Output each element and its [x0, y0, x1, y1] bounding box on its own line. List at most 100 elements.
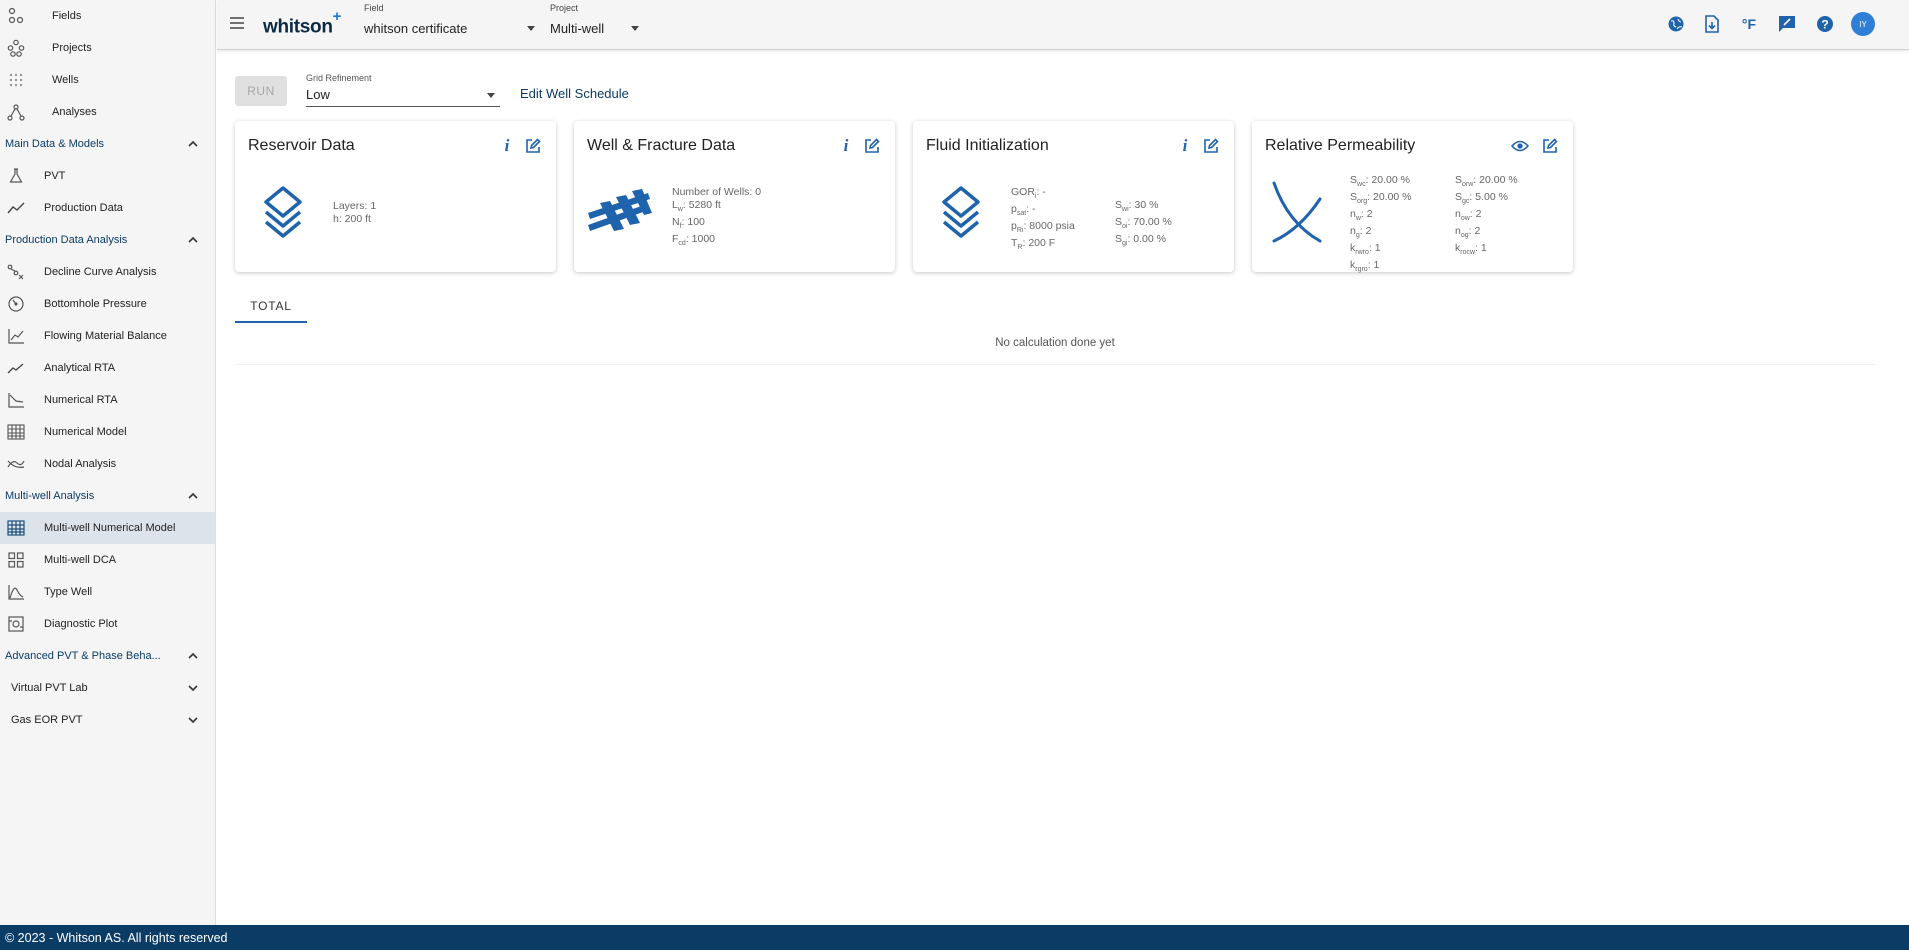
- sidebar-item-analytical-rta[interactable]: Analytical RTA: [0, 352, 215, 384]
- sidebar-item-type-well[interactable]: Type Well: [0, 576, 215, 608]
- value: : 1: [1475, 242, 1487, 255]
- thickness-value: h: 200 ft: [333, 213, 371, 225]
- symbol: S: [1115, 233, 1123, 246]
- ng-value: ng: 2: [1350, 225, 1412, 242]
- sidebar-item-projects[interactable]: Projects: [0, 32, 215, 64]
- edit-well-schedule-button[interactable]: Edit Well Schedule: [520, 86, 629, 101]
- value: : 8000 psia: [1023, 220, 1075, 233]
- grid-model-icon: [4, 421, 28, 443]
- section-production-analysis[interactable]: Production Data Analysis: [0, 224, 215, 256]
- nog-value: nog: 2: [1455, 225, 1518, 242]
- svg-text:?: ?: [1821, 18, 1828, 32]
- section-multiwell[interactable]: Multi-well Analysis: [0, 480, 215, 512]
- field-value: whitson certificate: [364, 21, 468, 36]
- project-selector[interactable]: Project Multi-well: [550, 0, 660, 48]
- tab-total[interactable]: TOTAL: [235, 291, 307, 323]
- value: : 30 %: [1128, 199, 1159, 211]
- app-logo[interactable]: whitson+: [263, 8, 341, 38]
- sidebar-item-numerical-rta[interactable]: Numerical RTA: [0, 384, 215, 416]
- card-title: Reservoir Data: [248, 137, 355, 154]
- empty-state-message: No calculation done yet: [995, 337, 1115, 349]
- decline-icon: [4, 261, 28, 283]
- grid-refinement-select[interactable]: Grid Refinement Low: [306, 70, 500, 107]
- logo-plus: +: [332, 8, 342, 25]
- value: : 200 F: [1022, 237, 1056, 250]
- edit-icon[interactable]: [1201, 136, 1221, 156]
- caret-down-icon: [527, 26, 535, 31]
- run-button[interactable]: RUN: [235, 76, 287, 106]
- info-icon[interactable]: i: [1175, 136, 1195, 156]
- swi-value: Swi: 30 %: [1115, 199, 1172, 216]
- now-value: now: 2: [1455, 208, 1518, 225]
- sidebar-item-nodal-analysis[interactable]: Nodal Analysis: [0, 448, 215, 480]
- project-value: Multi-well: [550, 21, 605, 36]
- edit-icon[interactable]: [1540, 136, 1560, 156]
- sidebar-item-decline-curve-analysis[interactable]: Decline Curve Analysis: [0, 256, 215, 288]
- symbol: S: [1115, 199, 1123, 211]
- value: : 20.00 %: [1473, 174, 1518, 186]
- field-selector[interactable]: Field whitson certificate: [364, 0, 535, 48]
- sidebar-item-label: Analytical RTA: [44, 362, 116, 374]
- sidebar-group-gas-eor-pvt[interactable]: Gas EOR PVT: [0, 704, 215, 736]
- sidebar-item-pvt[interactable]: PVT: [0, 160, 215, 192]
- eye-icon[interactable]: [1510, 136, 1530, 156]
- info-icon[interactable]: i: [497, 136, 517, 156]
- value: : 2: [1469, 208, 1482, 221]
- flask-icon: [4, 165, 28, 187]
- card-title: Relative Permeability: [1265, 137, 1416, 154]
- krwro-value: krwro: 1: [1350, 242, 1412, 259]
- help-icon[interactable]: ?: [1814, 13, 1836, 35]
- sidebar-item-wells[interactable]: Wells: [0, 64, 215, 96]
- sidebar-item-multiwell-numerical-model[interactable]: Multi-well Numerical Model: [0, 512, 215, 544]
- user-avatar[interactable]: IY: [1851, 12, 1875, 36]
- subscript: cd: [678, 240, 686, 248]
- download-file-icon[interactable]: [1701, 13, 1723, 35]
- wells-icon: [4, 69, 28, 91]
- layers-icon: [939, 185, 995, 245]
- field-label: Field: [364, 3, 384, 13]
- sidebar-item-label: Type Well: [44, 586, 93, 598]
- subscript: ow: [1460, 215, 1470, 223]
- sidebar-item-label: Bottomhole Pressure: [44, 298, 147, 310]
- edit-icon[interactable]: [523, 136, 543, 156]
- card-title: Well & Fracture Data: [587, 137, 736, 154]
- section-main-data[interactable]: Main Data & Models: [0, 128, 215, 160]
- sidebar-item-multiwell-dca[interactable]: Multi-well DCA: [0, 544, 215, 576]
- projects-icon: [4, 37, 28, 59]
- section-title: Advanced PVT & Phase Beha...: [5, 650, 161, 662]
- value: : 5280 ft: [682, 199, 721, 211]
- sidebar-item-fields[interactable]: Fields: [0, 0, 215, 32]
- section-advanced-pvt[interactable]: Advanced PVT & Phase Beha...: [0, 640, 215, 672]
- value: : 100: [681, 216, 705, 229]
- sidebar-item-bottomhole-pressure[interactable]: Bottomhole Pressure: [0, 288, 215, 320]
- sidebar-item-label: Diagnostic Plot: [44, 618, 118, 630]
- relperm-stats-left: Swc: 20.00 % Sorg: 20.00 % nw: 2 ng: 2 k…: [1350, 174, 1412, 277]
- gor-value: GORi: -: [1011, 186, 1075, 203]
- sidebar-item-analyses[interactable]: Analyses: [0, 96, 215, 128]
- value: : 0.00 %: [1127, 233, 1166, 246]
- sidebar-group-virtual-pvt-lab[interactable]: Virtual PVT Lab: [0, 672, 215, 704]
- reservoir-data-card: Reservoir Data i Layers: 1 h: 200 ft: [235, 121, 556, 272]
- well-fracture-data-card: Well & Fracture Data i Number of Wells: …: [574, 121, 895, 272]
- relperm-curves-icon: [1270, 179, 1326, 245]
- fluid-stats-right: Swi: 30 % Soi: 70.00 % Sgi: 0.00 %: [1115, 199, 1172, 250]
- psat-value: psat: -: [1011, 203, 1075, 220]
- reservoir-temperature-value: TR: 200 F: [1011, 237, 1075, 254]
- feedback-icon[interactable]: [1776, 13, 1798, 35]
- sidebar-item-label: Decline Curve Analysis: [44, 266, 157, 278]
- globe-icon[interactable]: [1665, 13, 1687, 35]
- sidebar-item-numerical-model[interactable]: Numerical Model: [0, 416, 215, 448]
- menu-icon[interactable]: [229, 16, 245, 30]
- sidebar-item-flowing-material-balance[interactable]: Flowing Material Balance: [0, 320, 215, 352]
- trend-icon: [4, 357, 28, 379]
- edit-icon[interactable]: [862, 136, 882, 156]
- sidebar-item-production-data[interactable]: Production Data: [0, 192, 215, 224]
- subscript: org: [1357, 198, 1368, 206]
- relative-permeability-card: Relative Permeability Swc: 20.00 % Sorg:…: [1252, 121, 1573, 274]
- temperature-unit-toggle[interactable]: °F: [1738, 13, 1760, 35]
- sidebar-item-label: Virtual PVT Lab: [11, 682, 88, 694]
- sidebar-item-diagnostic-plot[interactable]: Diagnostic Plot: [0, 608, 215, 640]
- sidebar-item-label: Fields: [52, 10, 82, 22]
- info-icon[interactable]: i: [836, 136, 856, 156]
- subscript: rgro: [1355, 266, 1368, 274]
